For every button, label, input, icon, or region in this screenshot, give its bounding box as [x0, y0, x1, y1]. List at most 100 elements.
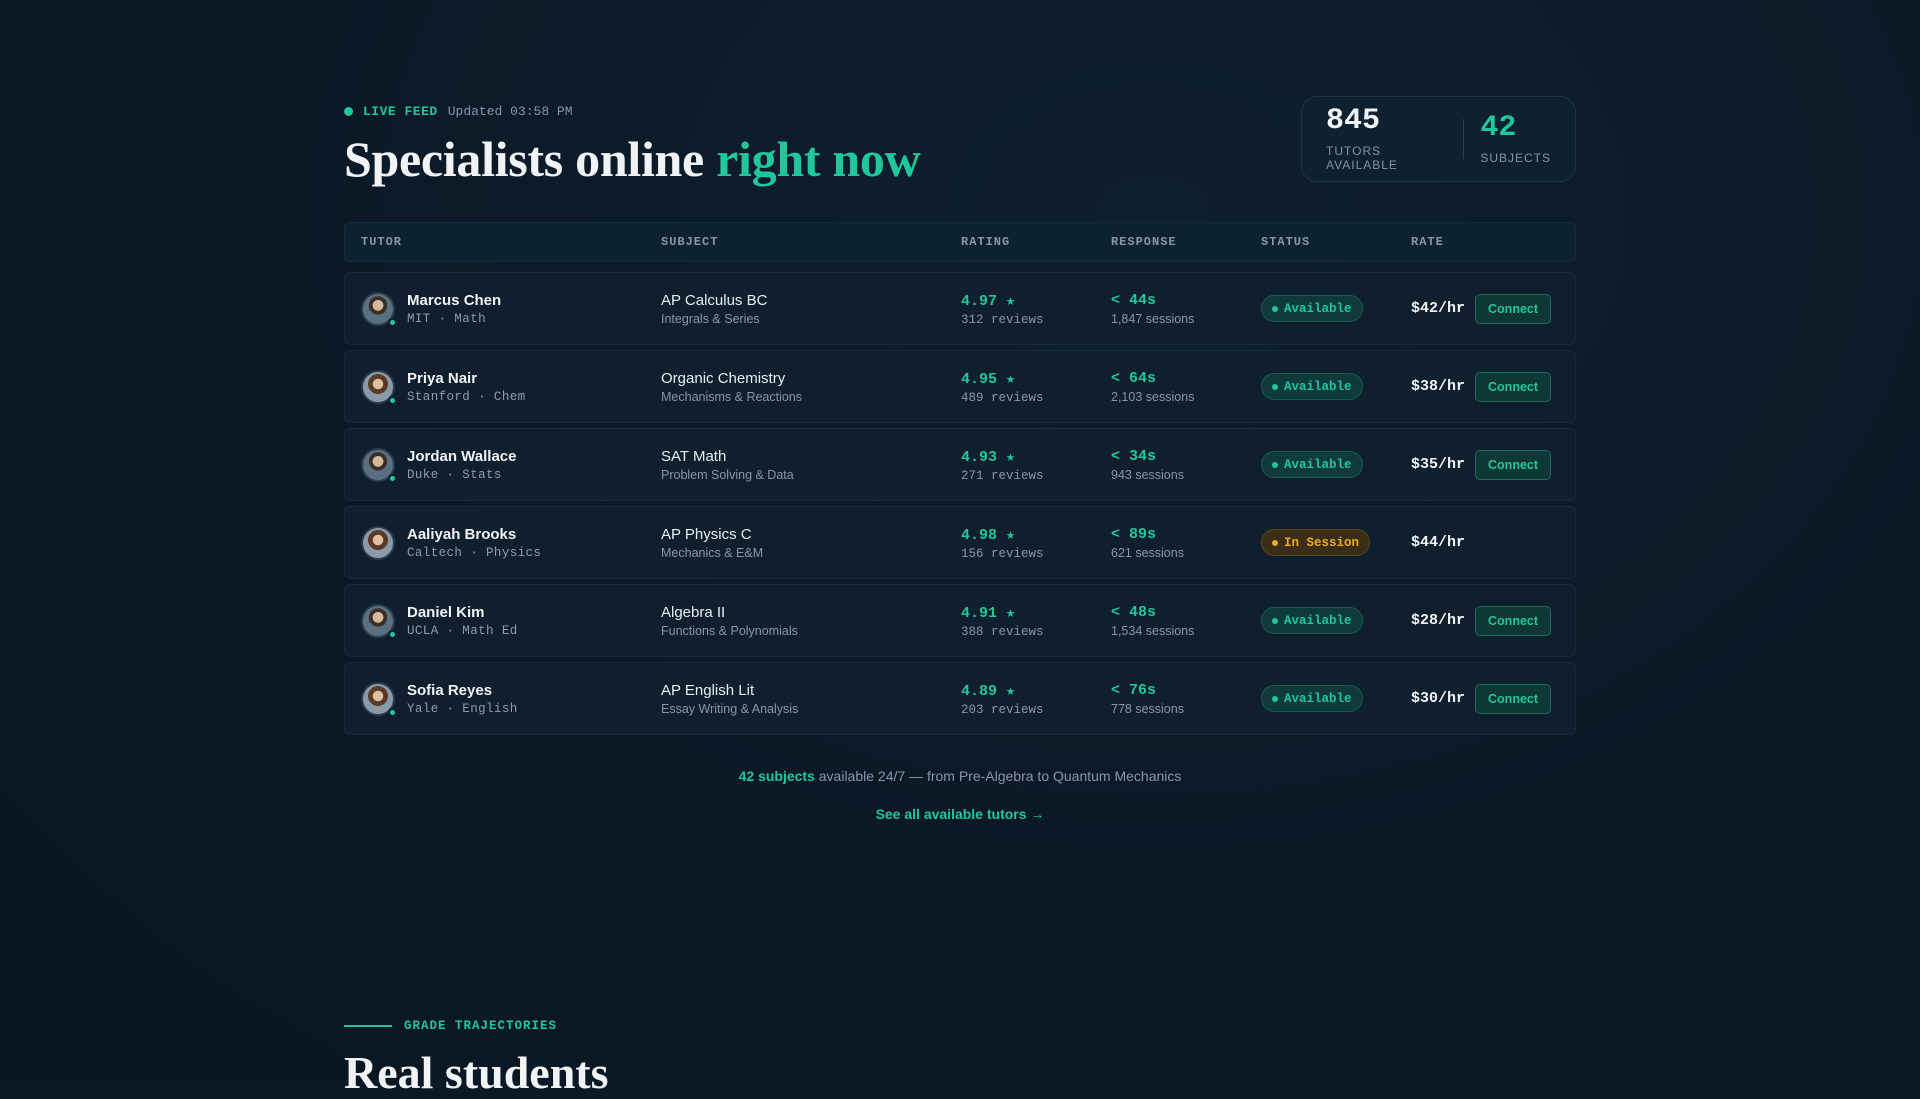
column-header-rating: RATING [961, 235, 1011, 249]
rate-cell: $35/hr Connect [1411, 429, 1552, 500]
session-count: 2,103 sessions [1111, 389, 1195, 404]
subject-name: AP Physics C [661, 525, 752, 543]
stats-divider [1463, 119, 1465, 159]
status-badge: Available [1261, 607, 1363, 634]
status-dot-icon [1272, 695, 1278, 702]
status-dot-icon [1272, 461, 1278, 468]
subject-topic: Essay Writing & Analysis [661, 701, 799, 716]
table-row[interactable]: Daniel Kim UCLA · Math Ed Algebra II Fun… [344, 584, 1576, 657]
avatar [361, 447, 397, 483]
tutor-cell: Jordan Wallace Duke · Stats [361, 429, 516, 500]
page-title: Specialists online right now [344, 130, 921, 188]
rating-cell: 4.91 ★ 388 reviews [961, 585, 1044, 656]
review-count: 156 reviews [961, 546, 1044, 561]
table-row[interactable]: Sofia Reyes Yale · English AP English Li… [344, 662, 1576, 735]
table-row[interactable]: Marcus Chen MIT · Math AP Calculus BC In… [344, 272, 1576, 345]
table-header: TUTOR SUBJECT RATING RESPONSE STATUS RAT… [344, 222, 1576, 262]
review-count: 312 reviews [961, 312, 1044, 327]
page-title-accent: right now [716, 131, 921, 187]
hourly-rate: $44/hr [1411, 534, 1466, 551]
column-header-tutor: TUTOR [361, 235, 403, 249]
status-badge: Available [1261, 685, 1363, 712]
tutor-cell: Daniel Kim UCLA · Math Ed [361, 585, 518, 656]
rate-cell: $44/hr [1411, 507, 1465, 578]
subject-cell: AP English Lit Essay Writing & Analysis [661, 663, 798, 734]
subject-name: SAT Math [661, 447, 727, 465]
status-cell: Available [1261, 273, 1363, 344]
table-row[interactable]: Priya Nair Stanford · Chem Organic Chemi… [344, 350, 1576, 423]
live-feed-indicator: LIVE FEED Updated 03:58 PM [344, 104, 573, 119]
stat-subjects-value: 42 [1480, 111, 1517, 145]
connect-button[interactable]: Connect [1475, 683, 1552, 714]
status-cell: Available [1261, 663, 1363, 734]
stats-card: 845 TUTORS AVAILABLE 42 SUBJECTS [1301, 96, 1576, 182]
live-dot-icon [344, 107, 353, 116]
rating-cell: 4.97 ★ 312 reviews [961, 273, 1044, 344]
rating-value: 4.97 ★ [961, 292, 1016, 310]
subjects-count: 42 subjects [738, 768, 815, 784]
tutor-cell: Aaliyah Brooks Caltech · Physics [361, 507, 541, 578]
tutor-school: MIT · Math [407, 311, 487, 326]
connect-button[interactable]: Connect [1475, 605, 1552, 636]
status-label: Available [1284, 691, 1352, 706]
status-dot-icon [1272, 383, 1278, 390]
response-cell: < 34s 943 sessions [1111, 429, 1184, 500]
response-time: < 64s [1111, 369, 1157, 387]
tutor-school: Stanford · Chem [407, 389, 526, 404]
hourly-rate: $35/hr [1411, 456, 1466, 473]
connect-button[interactable]: Connect [1475, 371, 1552, 402]
avatar [361, 291, 397, 327]
session-count: 621 sessions [1111, 545, 1184, 560]
section-eyebrow: GRADE TRAJECTORIES [344, 1019, 557, 1033]
column-header-rate: RATE [1411, 235, 1444, 249]
rating-cell: 4.89 ★ 203 reviews [961, 663, 1044, 734]
table-row[interactable]: Jordan Wallace Duke · Stats SAT Math Pro… [344, 428, 1576, 501]
tutor-school: Yale · English [407, 701, 518, 716]
live-feed-label: LIVE FEED [363, 104, 438, 119]
status-badge: In Session [1261, 529, 1371, 556]
response-time: < 89s [1111, 525, 1157, 543]
column-header-status: STATUS [1261, 235, 1311, 249]
online-status-icon [388, 473, 397, 483]
subject-topic: Integrals & Series [661, 311, 760, 326]
avatar [361, 603, 397, 639]
table-row[interactable]: Aaliyah Brooks Caltech · Physics AP Phys… [344, 506, 1576, 579]
tutor-table-body: Marcus Chen MIT · Math AP Calculus BC In… [344, 272, 1576, 740]
section-title: Real students [344, 1047, 609, 1098]
tutor-cell: Sofia Reyes Yale · English [361, 663, 518, 734]
tutor-name: Sofia Reyes [407, 681, 493, 699]
status-badge: Available [1261, 295, 1363, 322]
hourly-rate: $42/hr [1411, 300, 1466, 317]
response-cell: < 76s 778 sessions [1111, 663, 1184, 734]
connect-button[interactable]: Connect [1475, 293, 1552, 324]
avatar [361, 681, 397, 717]
subject-name: AP Calculus BC [661, 291, 768, 309]
subject-topic: Functions & Polynomials [661, 623, 798, 638]
rating-value: 4.95 ★ [961, 370, 1016, 388]
column-header-response: RESPONSE [1111, 235, 1177, 249]
rating-value: 4.89 ★ [961, 682, 1016, 700]
tutor-cell: Marcus Chen MIT · Math [361, 273, 501, 344]
subject-topic: Mechanics & E&M [661, 545, 764, 560]
status-badge: Available [1261, 451, 1363, 478]
status-cell: In Session [1261, 507, 1371, 578]
review-count: 203 reviews [961, 702, 1044, 717]
subject-cell: AP Calculus BC Integrals & Series [661, 273, 767, 344]
rating-cell: 4.93 ★ 271 reviews [961, 429, 1044, 500]
connect-button[interactable]: Connect [1475, 449, 1552, 480]
subject-cell: AP Physics C Mechanics & E&M [661, 507, 763, 578]
tutor-name: Daniel Kim [407, 603, 485, 621]
subject-name: Organic Chemistry [661, 369, 786, 387]
rate-cell: $28/hr Connect [1411, 585, 1552, 656]
tutor-school: Duke · Stats [407, 467, 502, 482]
rate-cell: $42/hr Connect [1411, 273, 1552, 344]
status-label: Available [1284, 457, 1352, 472]
hourly-rate: $28/hr [1411, 612, 1466, 629]
subject-cell: Algebra II Functions & Polynomials [661, 585, 798, 656]
hourly-rate: $30/hr [1411, 690, 1466, 707]
stat-subjects-label: SUBJECTS [1480, 151, 1551, 165]
see-all-tutors-link[interactable]: See all available tutors → [344, 806, 1576, 822]
session-count: 1,534 sessions [1111, 623, 1195, 638]
status-dot-icon [1272, 305, 1278, 312]
status-label: Available [1284, 379, 1352, 394]
